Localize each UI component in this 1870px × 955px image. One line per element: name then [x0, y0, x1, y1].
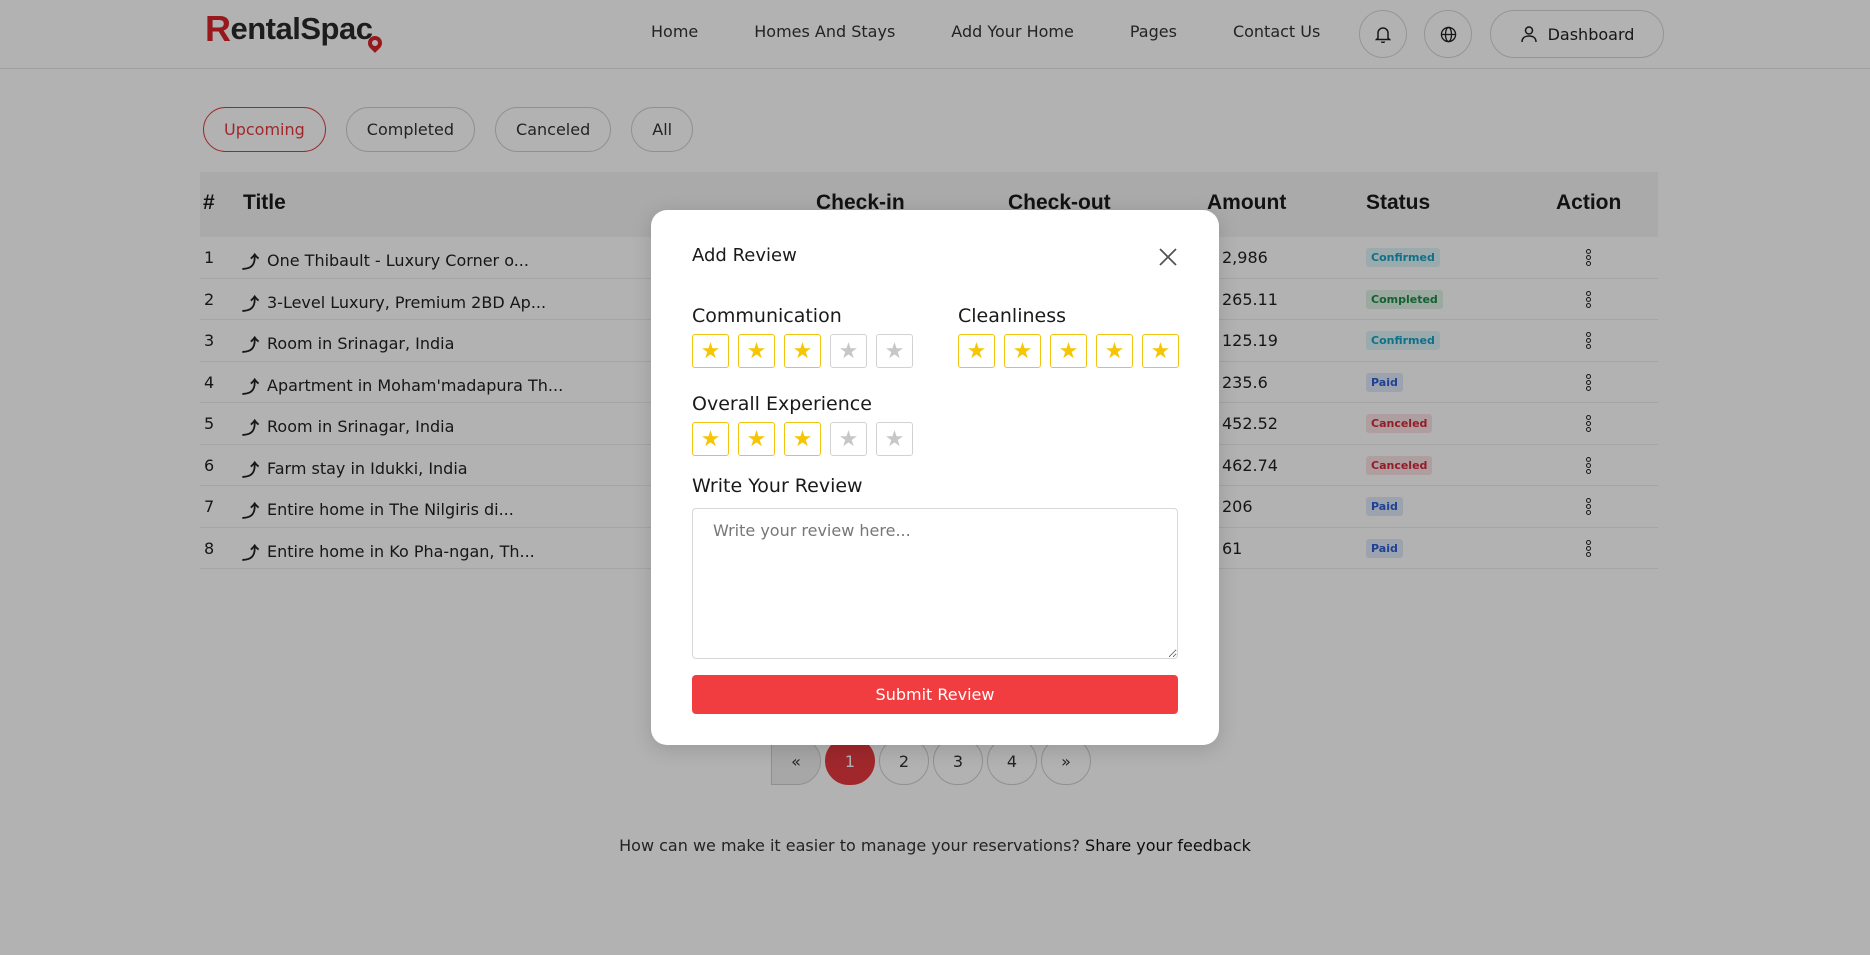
- star-icon[interactable]: ★: [1142, 334, 1179, 368]
- star-icon[interactable]: ★: [784, 334, 821, 368]
- star-icon[interactable]: ★: [830, 334, 867, 368]
- cleanliness-rating: ★ ★ ★ ★ ★: [958, 334, 1188, 368]
- star-icon[interactable]: ★: [692, 334, 729, 368]
- star-icon[interactable]: ★: [876, 334, 913, 368]
- star-icon[interactable]: ★: [738, 422, 775, 456]
- overall-experience-rating: ★ ★ ★ ★ ★: [692, 422, 922, 456]
- add-review-modal: Add Review Communication ★ ★ ★ ★ ★ Cleanline…: [651, 210, 1219, 745]
- star-icon[interactable]: ★: [830, 422, 867, 456]
- star-icon[interactable]: ★: [876, 422, 913, 456]
- star-icon[interactable]: ★: [1096, 334, 1133, 368]
- star-icon[interactable]: ★: [784, 422, 821, 456]
- communication-rating: ★ ★ ★ ★ ★: [692, 334, 922, 368]
- star-icon[interactable]: ★: [738, 334, 775, 368]
- star-icon[interactable]: ★: [1050, 334, 1087, 368]
- review-textarea[interactable]: [692, 508, 1178, 659]
- star-icon[interactable]: ★: [958, 334, 995, 368]
- write-review-label: Write Your Review: [692, 475, 863, 497]
- star-icon[interactable]: ★: [1004, 334, 1041, 368]
- cleanliness-label: Cleanliness: [958, 305, 1067, 327]
- communication-label: Communication: [692, 305, 842, 327]
- modal-title: Add Review: [692, 245, 797, 266]
- close-icon[interactable]: [1157, 246, 1179, 268]
- star-icon[interactable]: ★: [692, 422, 729, 456]
- overall-experience-label: Overall Experience: [692, 393, 872, 415]
- submit-review-button[interactable]: Submit Review: [692, 675, 1178, 714]
